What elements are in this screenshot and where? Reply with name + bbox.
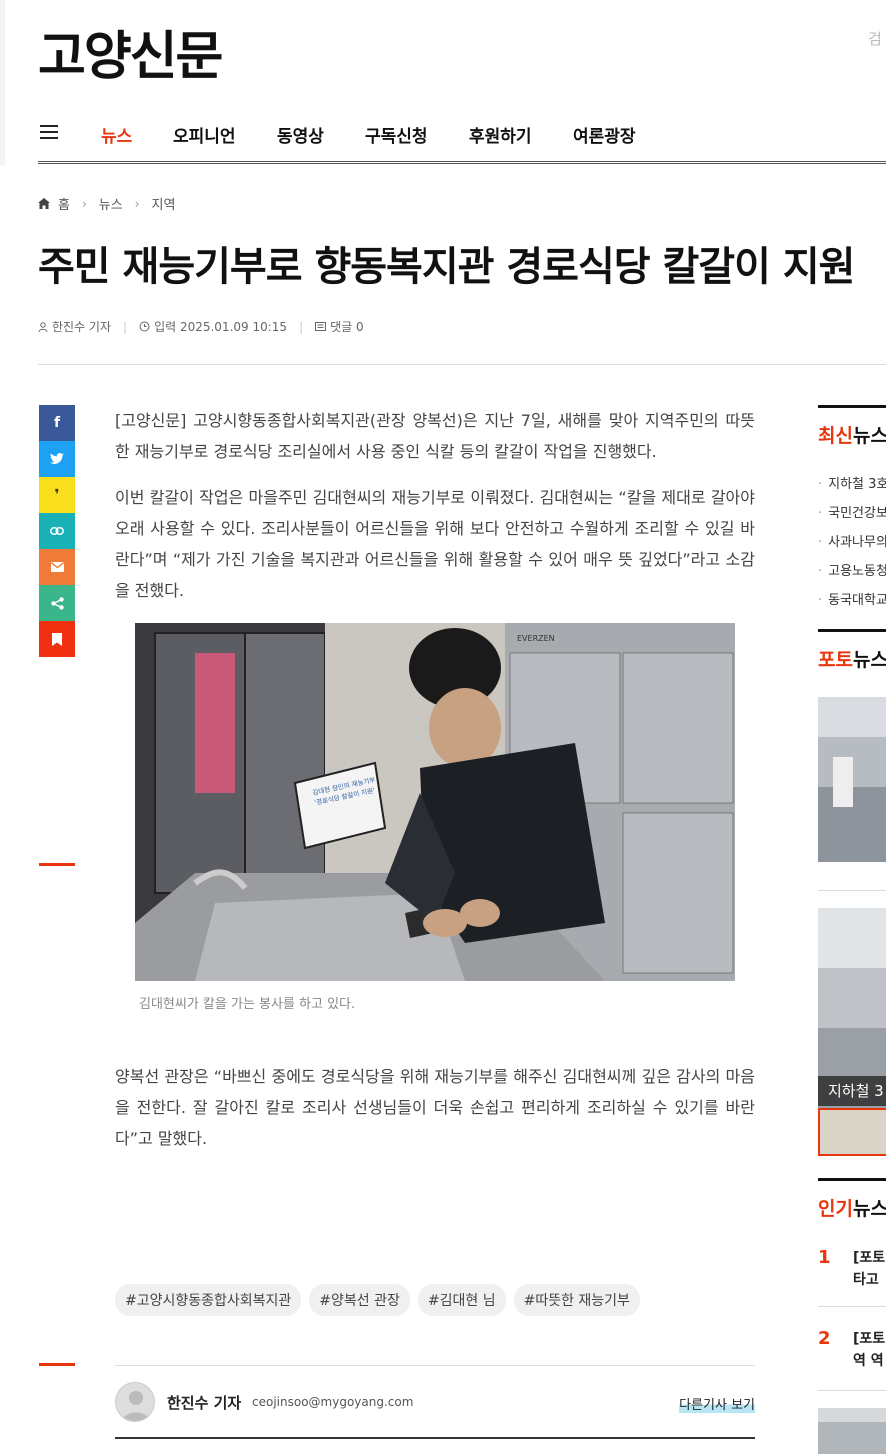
comment-icon [315, 321, 327, 331]
nav-item-news[interactable]: 뉴스 [101, 122, 132, 147]
tag-item[interactable]: #따뜻한 재능기부 [513, 1284, 640, 1316]
list-item[interactable]: 동국대학교 [818, 586, 886, 615]
kakaostory-icon[interactable]: ❜ [39, 477, 75, 513]
meta-comments-text[interactable]: 댓글 0 [330, 318, 364, 335]
clock-icon [139, 321, 150, 332]
meta-divider: | [299, 319, 304, 334]
tag-item[interactable]: #양복선 관장 [309, 1284, 410, 1316]
article-photo[interactable]: EVERZEN 김대현 장인의 재능기부 '경로식당 칼갈이 지원' [135, 623, 735, 981]
share-bar: f ❜ [39, 405, 75, 657]
sidebar-divider [818, 1306, 886, 1307]
rank-number: 1 [818, 1247, 831, 1268]
meta-divider: | [123, 319, 128, 334]
section-marker [39, 1363, 75, 1366]
list-item[interactable]: 고용노동청 [818, 557, 886, 586]
nav-item-video[interactable]: 동영상 [277, 122, 324, 147]
breadcrumb-subsection[interactable]: 지역 [152, 194, 176, 213]
sidebar-divider [818, 1390, 886, 1391]
avatar [115, 1382, 155, 1422]
facebook-icon[interactable]: f [39, 405, 75, 441]
popular-news-thumb[interactable] [818, 1408, 886, 1454]
twitter-icon[interactable] [39, 441, 75, 477]
tag-item[interactable]: #김대현 님 [417, 1284, 506, 1316]
sidebar-divider [818, 890, 886, 891]
article-paragraph: [고양신문] 고양시향동종합사회복지관(관장 양복선)은 지난 7일, 새해를 … [115, 411, 755, 461]
list-item[interactable]: 사과나무의 [818, 528, 886, 557]
popular-item-title[interactable]: 역 역 [853, 1350, 884, 1372]
nav-item-forum[interactable]: 여론광장 [573, 122, 636, 147]
main-nav: 뉴스 오피니언 동영상 구독신청 후원하기 여론광장 [38, 110, 886, 164]
fridge-brand: EVERZEN [517, 634, 555, 643]
rank-number: 2 [818, 1328, 831, 1349]
nav-item-subscribe[interactable]: 구독신청 [365, 122, 428, 147]
nav-item-donate[interactable]: 후원하기 [469, 122, 532, 147]
author-email[interactable]: ceojinsoo@mygoyang.com [252, 1395, 413, 1409]
photo-news-thumb[interactable] [818, 697, 886, 862]
chevron-right-icon: › [81, 196, 87, 211]
meta-comments[interactable]: 댓글 0 [315, 318, 364, 335]
person-icon [38, 321, 48, 332]
photo-caption: 김대현씨가 칼을 가는 봉사를 하고 있다. [139, 997, 356, 1012]
meta-author-name: 한진수 기자 [52, 320, 112, 334]
breadcrumb-home[interactable]: 홈 [58, 194, 70, 213]
breadcrumb: 홈 › 뉴스 › 지역 [38, 194, 175, 213]
chevron-right-icon: › [134, 196, 140, 211]
list-item[interactable]: 지하철 3호 [818, 470, 886, 499]
share-icon[interactable] [39, 585, 75, 621]
nav-item-opinion[interactable]: 오피니언 [173, 122, 236, 147]
article-meta: 한진수 기자 | 입력 2025.01.09 10:15 | 댓글 0 [38, 318, 364, 335]
popular-item-title[interactable]: 타고 [853, 1269, 879, 1291]
section-marker [39, 863, 75, 866]
link-icon[interactable] [39, 513, 75, 549]
home-icon[interactable] [38, 198, 50, 209]
popular-item-title[interactable]: [포토 [853, 1247, 885, 1269]
site-logo[interactable]: 고양신문 [38, 14, 223, 89]
latest-news-list: 지하철 3호 국민건강보 사과나무의 고용노동청 동국대학교 [818, 470, 886, 615]
tag-item[interactable]: #고양시향동종합사회복지관 [115, 1284, 302, 1316]
meta-date: 입력 2025.01.09 10:15 [139, 318, 287, 335]
breadcrumb-section[interactable]: 뉴스 [99, 194, 123, 213]
tag-list: #고양시향동종합사회복지관 #양복선 관장 #김대현 님 #따뜻한 재능기부 [115, 1284, 640, 1316]
hamburger-menu-icon[interactable] [40, 125, 58, 139]
photo-news-heading: 포토뉴스 [818, 629, 886, 672]
latest-news-heading: 최신뉴스 [818, 405, 886, 448]
popular-item-title[interactable]: [포토 [853, 1328, 885, 1350]
more-articles-link[interactable]: 다른기사 보기 [679, 1394, 755, 1413]
author-name: 한진수 기자 [167, 1394, 242, 1412]
list-item[interactable]: 국민건강보 [818, 499, 886, 528]
photo-news-overlay: 지하철 3 [828, 1082, 884, 1100]
meta-author: 한진수 기자 [38, 318, 111, 335]
meta-date-text: 입력 2025.01.09 10:15 [154, 320, 288, 334]
bookmark-icon[interactable] [39, 621, 75, 657]
article-paragraph: 양복선 관장은 “바쁘신 중에도 경로식당을 위해 재능기부를 해주신 김대현씨… [115, 1067, 755, 1148]
article-paragraph: 이번 칼갈이 작업은 마을주민 김대현씨의 재능기부로 이뤄졌다. 김대현씨는 … [115, 488, 755, 600]
page-edge [0, 0, 5, 165]
meta-divider-line [38, 364, 886, 365]
article-title: 주민 재능기부로 향동복지관 경로식당 칼갈이 지원 [38, 244, 855, 290]
email-icon[interactable] [39, 549, 75, 585]
sidebar: 최신뉴스 지하철 3호 국민건강보 사과나무의 고용노동청 동국대학교 포토뉴스… [818, 0, 886, 1454]
popular-news-heading: 인기뉴스 [818, 1178, 886, 1221]
author-box: 한진수 기자 ceojinsoo@mygoyang.com 다른기사 보기 [115, 1365, 755, 1439]
photo-news-thumb[interactable]: 지하철 3 [818, 908, 886, 1158]
